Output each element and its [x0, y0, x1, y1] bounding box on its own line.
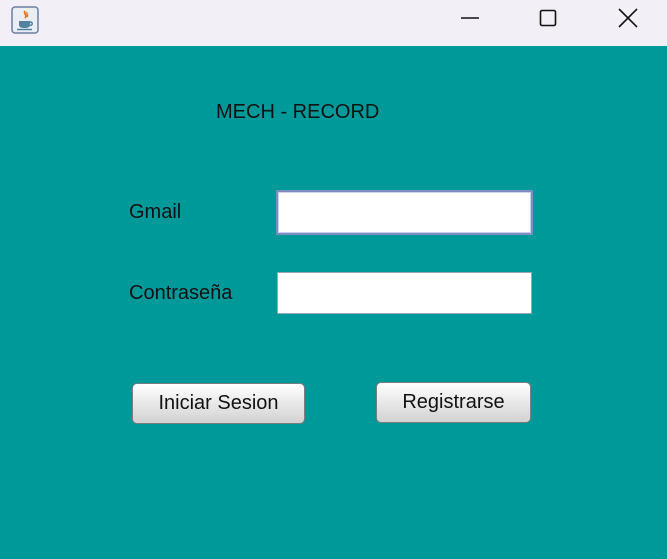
password-label: Contraseña: [129, 282, 233, 304]
login-button[interactable]: Iniciar Sesion: [132, 383, 305, 424]
maximize-button[interactable]: [509, 0, 587, 40]
register-button[interactable]: Registrarse: [376, 382, 531, 423]
minimize-button[interactable]: [431, 0, 509, 40]
maximize-icon: [538, 8, 558, 33]
app-window: MECH - RECORD Gmail Contraseña Iniciar S…: [0, 0, 667, 559]
password-field[interactable]: [277, 272, 532, 314]
minimize-icon: [460, 8, 480, 33]
java-icon[interactable]: [11, 6, 39, 34]
app-title: MECH - RECORD: [216, 101, 380, 123]
email-label: Gmail: [129, 201, 182, 223]
title-bar: [0, 0, 667, 46]
close-button[interactable]: [589, 0, 667, 40]
close-icon: [617, 7, 639, 34]
email-field[interactable]: [276, 190, 533, 235]
